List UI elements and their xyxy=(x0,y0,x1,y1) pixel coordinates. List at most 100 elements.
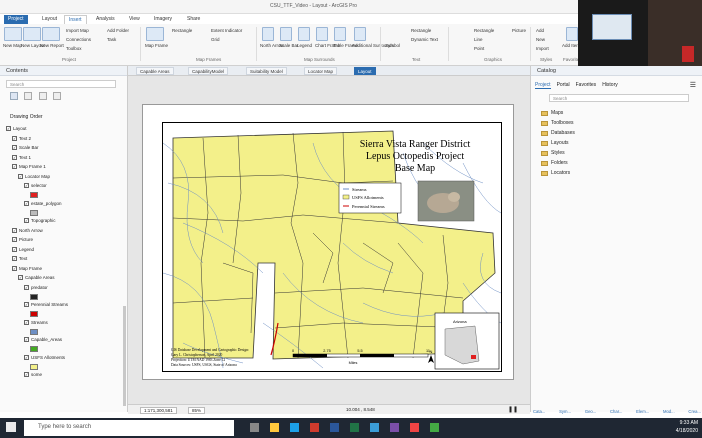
symbol-swatch-icon[interactable] xyxy=(30,293,38,300)
visibility-checkbox[interactable]: ✓ xyxy=(12,145,17,150)
bottom-tab-element[interactable]: Elem... xyxy=(636,409,649,414)
visibility-checkbox[interactable]: ✓ xyxy=(24,337,29,342)
symbol-swatch-icon[interactable] xyxy=(30,209,38,216)
bottom-tab-model[interactable]: Mod... xyxy=(663,409,675,414)
new-map-button[interactable] xyxy=(4,27,22,41)
toc-layer-row[interactable]: ✓ Map Frame xyxy=(12,264,42,273)
list-by-selection-icon[interactable] xyxy=(38,92,47,100)
visibility-checkbox[interactable]: ✓ xyxy=(24,200,29,206)
doc-tab-layout[interactable]: Layout xyxy=(354,67,376,75)
clock-date[interactable]: 4/18/2020 xyxy=(676,428,698,434)
tab-insert[interactable]: Insert xyxy=(64,15,87,24)
toc-layer-row[interactable]: ✓ estate_polygon xyxy=(24,199,62,208)
tab-project[interactable]: Project xyxy=(4,15,28,24)
catalog-search-input[interactable]: Search xyxy=(549,94,689,102)
menu-icon[interactable]: ☰ xyxy=(690,81,696,89)
map-frame-button[interactable] xyxy=(146,27,164,41)
catalog-tab-project[interactable]: Project xyxy=(535,82,551,89)
dynamic-text-button[interactable]: Dynamic Text xyxy=(411,37,438,42)
task-button[interactable]: Task xyxy=(107,37,116,42)
symbol-button[interactable]: Symbol xyxy=(385,43,400,48)
app-icon[interactable] xyxy=(430,423,439,432)
visibility-checkbox[interactable]: ✓ xyxy=(12,135,17,141)
edge-icon[interactable] xyxy=(290,423,299,432)
excel-icon[interactable] xyxy=(350,423,359,432)
point-button[interactable]: Point xyxy=(474,46,484,51)
file-explorer-icon[interactable] xyxy=(270,423,279,432)
visibility-checkbox[interactable]: ✓ xyxy=(24,354,29,360)
doc-tab-locator-map[interactable]: Locator Map xyxy=(304,67,338,75)
toc-layer-row[interactable]: ✓ Picture xyxy=(12,235,33,244)
grid-button[interactable]: Grid xyxy=(211,37,220,42)
visibility-checkbox[interactable]: ✓ xyxy=(12,237,17,242)
add-style-button[interactable]: Add xyxy=(536,28,544,33)
import-map-button[interactable]: Import Map xyxy=(66,28,89,33)
symbol-swatch-icon[interactable] xyxy=(30,328,38,335)
contents-search-input[interactable]: Search xyxy=(6,80,116,88)
powerpoint-icon[interactable] xyxy=(310,423,319,432)
toc-layer-row[interactable]: ✓ Streams xyxy=(24,318,48,327)
picture-button[interactable]: Picture xyxy=(512,28,526,33)
catalog-tab-favorites[interactable]: Favorites xyxy=(576,82,597,89)
app-icon[interactable] xyxy=(410,423,419,432)
new-report-button[interactable] xyxy=(42,27,60,41)
visibility-checkbox[interactable]: ✓ xyxy=(24,319,29,325)
bottom-tab-symbology[interactable]: Sym... xyxy=(559,409,571,414)
catalog-item-folders[interactable]: Folders xyxy=(541,160,568,166)
toc-layer-row[interactable]: ✓ some xyxy=(24,370,42,379)
visibility-checkbox[interactable]: ✓ xyxy=(12,265,17,271)
rectangle-mf-button[interactable]: Rectangle xyxy=(172,28,192,33)
tab-layout[interactable]: Layout xyxy=(38,15,61,24)
toc-layer-row[interactable]: ✓ USFS Allotments xyxy=(24,353,65,362)
scale-bar-button[interactable] xyxy=(280,27,292,41)
toc-layer-row[interactable]: ✓ Map Frame 1 xyxy=(12,162,46,171)
toc-layer-row[interactable]: ✓ Text 2 xyxy=(12,134,31,143)
additional-surrounds-button[interactable] xyxy=(354,27,366,41)
bottom-tab-catalog[interactable]: Cata... xyxy=(533,409,545,414)
catalog-tab-portal[interactable]: Portal xyxy=(557,82,570,89)
toolbox-button[interactable]: Toolbox xyxy=(66,46,82,51)
symbol-swatch-icon[interactable] xyxy=(30,346,38,352)
connections-button[interactable]: Connections xyxy=(66,37,91,42)
visibility-checkbox[interactable]: ✓ xyxy=(24,183,29,188)
map-frame[interactable]: Sierra Vista Ranger District Lepus Octop… xyxy=(162,122,502,372)
symbol-swatch-icon[interactable] xyxy=(30,363,38,370)
toc-layer-row[interactable]: ✓ Legend xyxy=(12,245,34,254)
tab-view[interactable]: View xyxy=(125,15,144,24)
visibility-checkbox[interactable]: ✓ xyxy=(12,256,17,261)
visibility-checkbox[interactable]: ✓ xyxy=(12,246,17,252)
task-view-icon[interactable] xyxy=(250,423,259,432)
new-style-button[interactable]: New xyxy=(536,37,545,42)
toc-layer-row[interactable]: ✓ Topographic xyxy=(24,216,56,225)
symbol-swatch-icon[interactable] xyxy=(30,311,38,317)
symbol-swatch-icon[interactable] xyxy=(30,192,38,198)
catalog-item-styles[interactable]: Styles xyxy=(541,150,565,156)
text-rectangle-button[interactable]: Rectangle xyxy=(411,28,431,33)
import-style-button[interactable]: Import xyxy=(536,46,549,51)
visibility-checkbox[interactable]: ✓ xyxy=(12,164,17,169)
add-item-button[interactable] xyxy=(566,27,578,41)
doc-tab-capable-areas[interactable]: Capable Areas xyxy=(136,67,174,75)
rabbit-picture[interactable] xyxy=(417,180,475,222)
visibility-checkbox[interactable]: ✓ xyxy=(24,284,29,290)
list-by-source-icon[interactable] xyxy=(24,92,33,100)
pause-drawing-icon[interactable]: ❚❚ xyxy=(508,406,518,413)
scale-selector[interactable]: 1:171,300,581 xyxy=(140,407,177,414)
toc-layer-row[interactable]: ✓ Text xyxy=(12,254,27,263)
visibility-checkbox[interactable]: ✓ xyxy=(18,173,23,179)
word-icon[interactable] xyxy=(330,423,339,432)
doc-tab-suitability-model[interactable]: Suitability Model xyxy=(246,67,287,75)
toc-layer-row[interactable]: ✓ predator xyxy=(24,283,48,292)
table-frame-button[interactable] xyxy=(334,27,346,41)
tab-share[interactable]: Share xyxy=(183,15,204,24)
bottom-tab-chart[interactable]: Char... xyxy=(610,409,622,414)
bottom-tab-geoprocessing[interactable]: Geo... xyxy=(585,409,596,414)
legend-button[interactable] xyxy=(298,27,310,41)
visibility-checkbox[interactable]: ✓ xyxy=(18,275,23,280)
doc-tab-capability-model[interactable]: CapabilityModel xyxy=(188,67,229,75)
visibility-checkbox[interactable]: ✓ xyxy=(24,302,29,307)
visibility-checkbox[interactable]: ✓ xyxy=(12,227,17,233)
toc-layer-row[interactable]: ✓ Capable Areas xyxy=(18,273,55,282)
toc-layer-row[interactable]: ✓ North Arrow xyxy=(12,226,43,235)
catalog-item-databases[interactable]: Databases xyxy=(541,130,575,136)
